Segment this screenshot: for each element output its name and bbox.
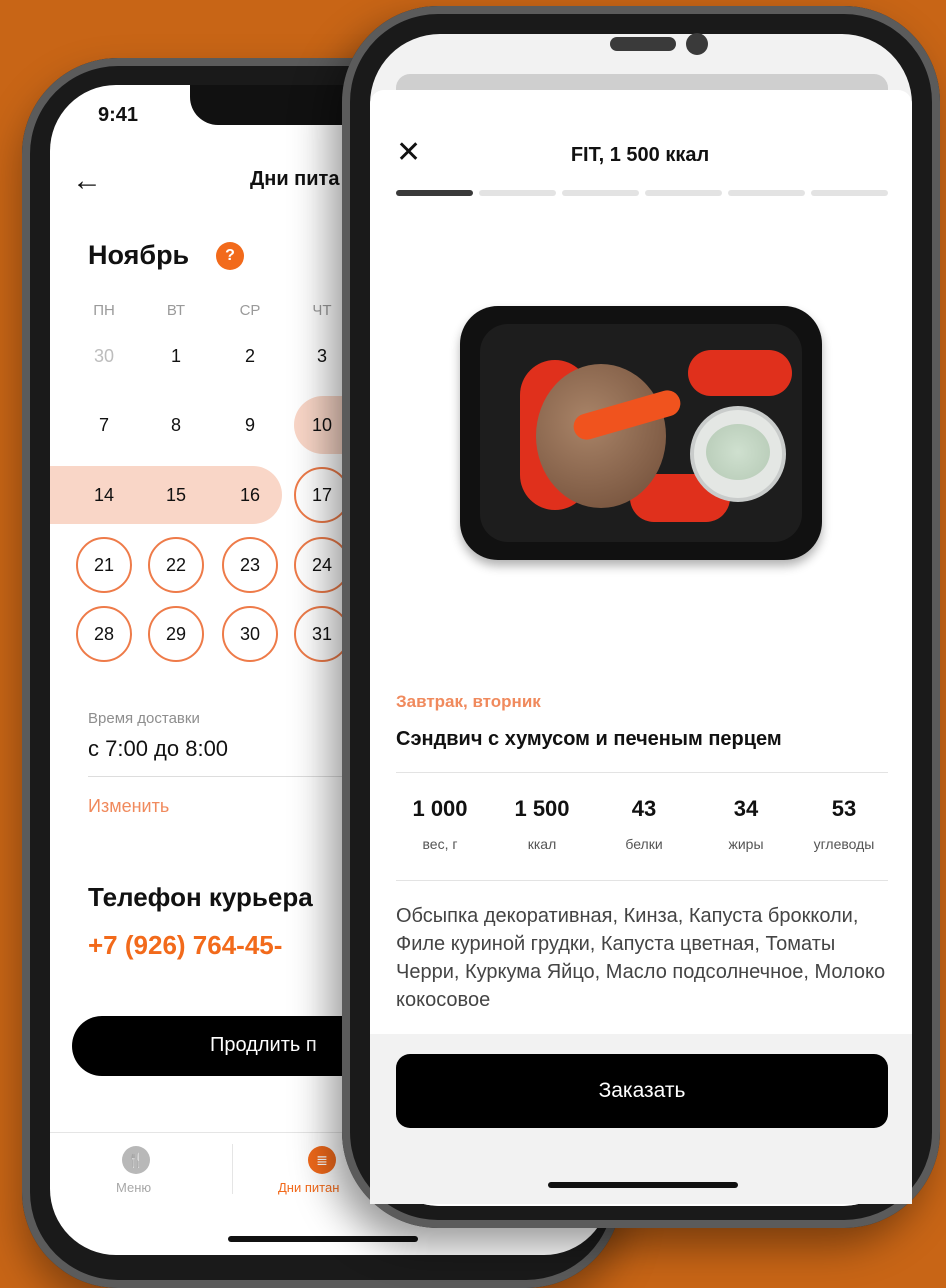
home-indicator: [228, 1236, 418, 1242]
delivery-time-label: Время доставки: [88, 710, 200, 727]
speaker-icon: [610, 37, 676, 51]
status-time: 9:41: [98, 104, 139, 126]
calendar-day[interactable]: 2: [222, 328, 278, 384]
nutrition-label: жиры: [728, 836, 764, 852]
page-title: Дни пита: [250, 168, 340, 190]
change-delivery-link[interactable]: Изменить: [88, 796, 169, 817]
calendar-day[interactable]: 23: [222, 537, 278, 593]
meal-name: Сэндвич с хумусом и печеным перцем: [396, 728, 782, 750]
close-icon[interactable]: ✕: [396, 138, 421, 168]
delivery-time-value: с 7:00 до 8:00: [88, 736, 229, 761]
calendar-day[interactable]: 8: [148, 397, 204, 453]
progress-segment: [396, 190, 473, 196]
meal-image: [460, 306, 822, 560]
progress-segment: [645, 190, 722, 196]
divider: [396, 772, 888, 773]
nutrition-label: белки: [625, 836, 663, 852]
nutrition-value: 34: [733, 796, 759, 821]
divider: [396, 880, 888, 881]
pepper-shape: [688, 350, 792, 396]
calendar-day-selected[interactable]: 14: [76, 467, 132, 523]
weekday-tue: ВТ: [166, 302, 186, 319]
nutrition-calories: 1 500 ккал: [494, 796, 590, 852]
nutrition-value: 53: [831, 796, 857, 821]
calendar-day[interactable]: 28: [76, 606, 132, 662]
fork-knife-icon[interactable]: 🍴: [122, 1146, 150, 1174]
calendar-day[interactable]: 22: [148, 537, 204, 593]
document-icon[interactable]: ≣: [308, 1146, 336, 1174]
nutrition-value: 1 500: [514, 796, 570, 821]
calendar-day-selected[interactable]: 16: [222, 467, 278, 523]
camera-icon: [686, 33, 708, 55]
progress-segment: [562, 190, 639, 196]
calendar-day[interactable]: 9: [222, 397, 278, 453]
help-icon[interactable]: ?: [216, 242, 244, 270]
renew-button-label: Продлить п: [210, 1034, 317, 1056]
nutrition-protein: 43 белки: [596, 796, 692, 852]
nutrition-fat: 34 жиры: [698, 796, 794, 852]
meal-type: Завтрак, вторник: [396, 692, 541, 711]
progress-segment: [811, 190, 888, 196]
nutrition-weight: 1 000 вес, г: [392, 796, 488, 852]
nutrition-value: 1 000: [412, 796, 468, 821]
weekday-mon: ПН: [93, 302, 115, 319]
calendar-day[interactable]: 1: [148, 328, 204, 384]
month-title: Ноябрь: [88, 240, 190, 270]
calendar-day[interactable]: 30: [222, 606, 278, 662]
sheet-title: FIT, 1 500 ккал: [570, 144, 710, 166]
progress-segment: [728, 190, 805, 196]
divider: [88, 776, 358, 777]
tab-separator: [232, 1144, 233, 1194]
home-indicator: [548, 1182, 738, 1188]
progress-segment: [479, 190, 556, 196]
nutrition-label: углеводы: [813, 836, 875, 852]
calendar-day[interactable]: 29: [148, 606, 204, 662]
calendar-day-selected[interactable]: 15: [148, 467, 204, 523]
weekday-wed: СР: [239, 302, 261, 319]
nutrition-label: вес, г: [422, 836, 458, 852]
calendar-day: 30: [93, 346, 115, 366]
calendar-day[interactable]: 7: [76, 397, 132, 453]
back-arrow-icon[interactable]: ←: [72, 164, 102, 198]
courier-phone-link[interactable]: +7 (926) 764-45-: [88, 930, 282, 961]
patty-shape: [536, 364, 666, 508]
nutrition-label: ккал: [527, 836, 557, 852]
nutrition-value: 43: [631, 796, 657, 821]
nutrition-carbs: 53 углеводы: [796, 796, 892, 852]
tray-inner: [480, 324, 802, 542]
calendar-day[interactable]: 21: [76, 537, 132, 593]
tab-menu[interactable]: Меню: [116, 1180, 151, 1195]
ingredients-text: Обсыпка декоративная, Кинза, Капуста бро…: [396, 905, 886, 1011]
sauce-cup-shape: [690, 406, 786, 502]
tab-bar-border: [50, 1132, 370, 1133]
tab-meal-days[interactable]: Дни питан: [278, 1180, 339, 1195]
courier-phone-title: Телефон курьера: [88, 882, 313, 912]
order-button[interactable]: Заказать: [396, 1054, 888, 1128]
